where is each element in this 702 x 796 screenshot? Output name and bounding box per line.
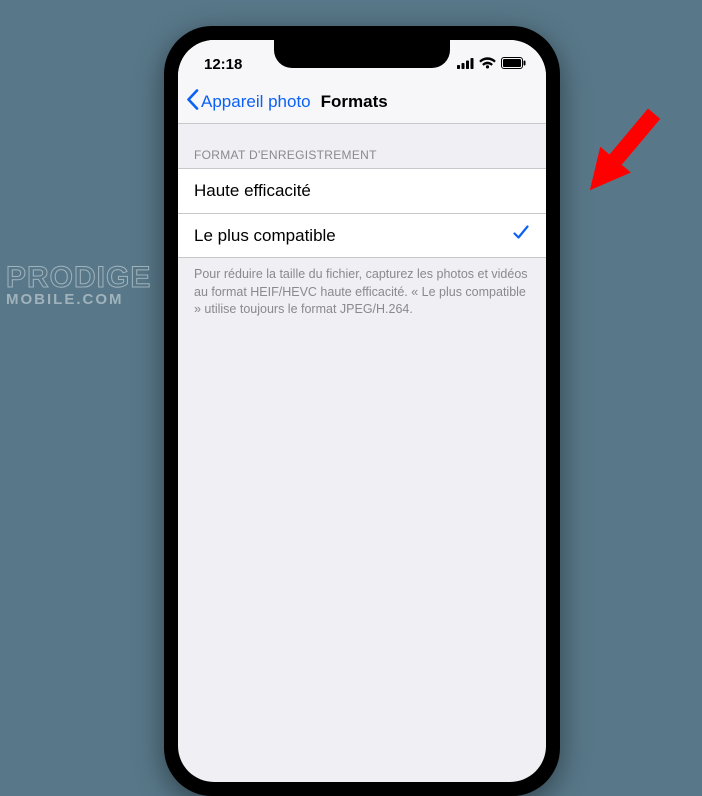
navigation-bar: Appareil photo Formats <box>178 80 546 124</box>
phone-screen: 12:18 Appareil photo Formats <box>178 40 546 782</box>
iphone-notch <box>274 40 450 68</box>
checkmark-icon <box>512 224 530 247</box>
option-high-efficiency[interactable]: Haute efficacité <box>178 169 546 213</box>
clock: 12:18 <box>204 56 242 73</box>
battery-icon <box>501 56 526 73</box>
phone-frame: 12:18 Appareil photo Formats <box>164 26 560 796</box>
option-label: Le plus compatible <box>194 226 336 246</box>
signal-icon <box>457 56 474 73</box>
section-header: FORMAT D'ENREGISTREMENT <box>178 124 546 168</box>
annotation-arrow <box>562 92 682 237</box>
status-icons <box>457 56 526 73</box>
wifi-icon <box>479 56 496 73</box>
page-title: Formats <box>321 92 388 112</box>
option-label: Haute efficacité <box>194 181 311 201</box>
section-footer: Pour réduire la taille du fichier, captu… <box>178 258 546 319</box>
back-button[interactable]: Appareil photo <box>186 89 311 115</box>
format-options-group: Haute efficacité Le plus compatible <box>178 168 546 258</box>
watermark: PRODIGE MOBILE.COM <box>6 264 151 307</box>
watermark-line1: PRODIGE <box>6 264 151 291</box>
back-label: Appareil photo <box>201 92 311 112</box>
chevron-left-icon <box>186 89 199 115</box>
option-most-compatible[interactable]: Le plus compatible <box>178 213 546 257</box>
watermark-line2: MOBILE.COM <box>6 293 151 307</box>
